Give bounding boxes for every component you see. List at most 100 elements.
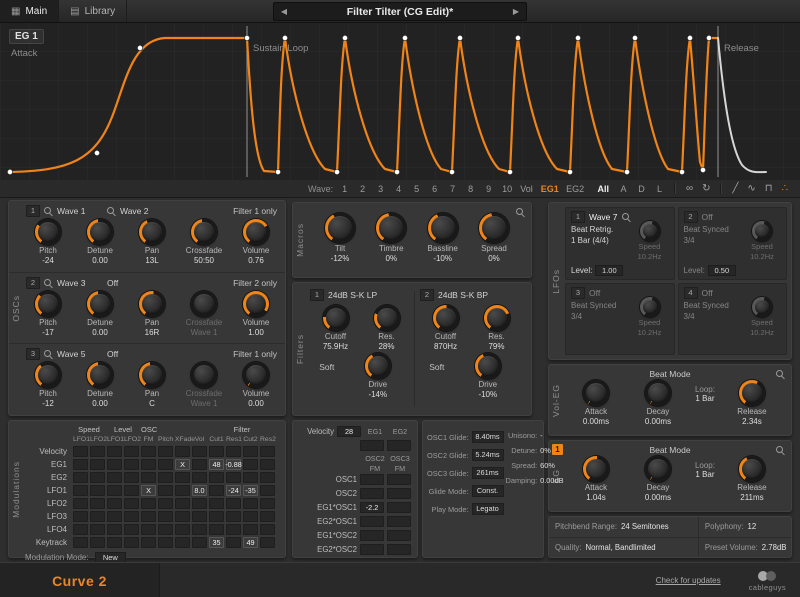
knob-dial[interactable] <box>739 380 765 406</box>
timbre-macro-knob[interactable]: Timbre0% <box>366 213 416 263</box>
envelope-node[interactable] <box>567 169 572 174</box>
eg-attack-knob[interactable]: Attack1.04s <box>571 456 621 502</box>
fm-cell[interactable] <box>387 474 411 485</box>
spread-value[interactable]: 60% <box>540 461 564 470</box>
osc3-pan-knob[interactable]: PanC <box>127 362 177 408</box>
tab-main[interactable]: ▦ Main <box>0 0 59 22</box>
envelope-node[interactable] <box>394 169 399 174</box>
play-mode-select[interactable]: Legato <box>472 503 504 515</box>
matrix-cell[interactable] <box>226 524 241 535</box>
knob-dial[interactable] <box>323 305 349 331</box>
matrix-cell[interactable] <box>192 459 207 470</box>
envelope-node[interactable] <box>457 35 462 40</box>
matrix-cell[interactable]: 35 <box>209 537 224 548</box>
matrix-cell[interactable] <box>260 537 275 548</box>
knob-dial[interactable] <box>645 380 671 406</box>
matrix-cell[interactable] <box>141 446 156 457</box>
osc1-wave-a-select[interactable]: Wave 1 <box>57 206 103 216</box>
matrix-cell[interactable]: -24 <box>226 485 241 496</box>
filter2-clip-mode-select[interactable]: Soft <box>429 362 444 372</box>
osc3-pitch-knob[interactable]: Pitch-12 <box>23 362 73 408</box>
zoom-icon[interactable] <box>44 350 53 359</box>
eg2-button[interactable]: EG2 <box>564 183 584 195</box>
filter1-res-knob[interactable]: Res.28% <box>362 305 412 351</box>
pitchbend-range-setting[interactable]: Pitchbend Range: 24 Semitones <box>549 517 698 537</box>
knob-dial[interactable] <box>583 380 609 406</box>
matrix-cell[interactable] <box>175 498 190 509</box>
matrix-cell[interactable] <box>260 446 275 457</box>
lfo2-level-value[interactable]: 0.50 <box>708 265 736 276</box>
all-button[interactable]: All <box>595 183 613 195</box>
matrix-cell[interactable] <box>124 524 139 535</box>
zoom-icon[interactable] <box>44 279 53 288</box>
vol-eg-attack-knob[interactable]: Attack0.00ms <box>571 380 621 426</box>
matrix-cell[interactable] <box>124 472 139 483</box>
envelope-node[interactable] <box>402 35 407 40</box>
matrix-cell[interactable] <box>243 446 258 457</box>
matrix-cell[interactable] <box>175 537 190 548</box>
fm-cell[interactable] <box>387 502 411 513</box>
envelope-editor[interactable]: EG 1 Attack Sustain Loop Release <box>0 22 800 181</box>
matrix-cell[interactable] <box>175 524 190 535</box>
knob-dial[interactable] <box>87 219 113 245</box>
envelope-node[interactable] <box>507 169 512 174</box>
matrix-cell[interactable] <box>107 524 122 535</box>
osc3-volume-knob[interactable]: Volume0.00 <box>231 362 281 408</box>
velocity-amount-cell[interactable]: 28 <box>337 426 361 437</box>
knob-dial[interactable] <box>374 305 400 331</box>
wave-6-button[interactable]: 6 <box>428 183 441 195</box>
zoom-icon[interactable] <box>44 207 53 216</box>
matrix-cell[interactable] <box>243 459 258 470</box>
wave-1-button[interactable]: 1 <box>338 183 351 195</box>
matrix-cell[interactable] <box>141 511 156 522</box>
knob-dial[interactable] <box>87 362 113 388</box>
matrix-cell[interactable] <box>107 459 122 470</box>
knob-dial[interactable] <box>35 291 61 317</box>
wave-5-button[interactable]: 5 <box>410 183 423 195</box>
matrix-cell[interactable] <box>124 498 139 509</box>
wave-9-button[interactable]: 9 <box>482 183 495 195</box>
envelope-node[interactable] <box>244 35 249 40</box>
vol-button[interactable]: Vol <box>518 183 533 195</box>
fm-cell[interactable] <box>360 474 384 485</box>
wave-2-button[interactable]: 2 <box>356 183 369 195</box>
matrix-cell[interactable] <box>260 485 275 496</box>
knob-dial[interactable] <box>583 456 609 482</box>
lfo1-speed-knob[interactable]: Speed10.2Hz <box>628 221 672 261</box>
matrix-cell[interactable] <box>226 446 241 457</box>
eg-release-knob[interactable]: Release211ms <box>727 456 777 502</box>
matrix-cell[interactable] <box>226 472 241 483</box>
envelope-node[interactable] <box>632 35 637 40</box>
knob-dial[interactable] <box>752 297 772 317</box>
osc1-crossfade-knob[interactable]: Crossfade50:50 <box>179 219 229 265</box>
matrix-cell[interactable] <box>192 446 207 457</box>
osc1-wave-b-select[interactable]: Wave 2 <box>120 206 166 216</box>
matrix-cell[interactable] <box>243 524 258 535</box>
osc3-filter-routing-select[interactable]: Filter 1 only <box>233 349 277 359</box>
matrix-cell[interactable] <box>73 498 88 509</box>
release-curve[interactable] <box>718 38 766 172</box>
osc3-wave-b-select[interactable]: Off <box>107 349 153 359</box>
matrix-cell[interactable] <box>90 511 105 522</box>
loop-segment-button[interactable]: L <box>653 183 666 195</box>
osc2-detune-knob[interactable]: Detune0.00 <box>75 291 125 337</box>
fm-cell[interactable] <box>387 544 411 555</box>
filter2-type-select[interactable]: 24dB S-K BP <box>438 290 488 300</box>
matrix-cell[interactable] <box>90 472 105 483</box>
matrix-cell[interactable] <box>192 524 207 535</box>
matrix-cell[interactable] <box>243 472 258 483</box>
envelope-node[interactable] <box>137 45 142 50</box>
eg-decay-knob[interactable]: Decay0.00ms <box>633 456 683 502</box>
fm-cell[interactable] <box>387 488 411 499</box>
zoom-icon[interactable] <box>516 208 525 217</box>
tab-library[interactable]: ▤ Library <box>59 0 127 22</box>
fm-cell[interactable] <box>387 530 411 541</box>
matrix-cell[interactable]: 48 <box>209 459 224 470</box>
knob-dial[interactable] <box>243 291 269 317</box>
matrix-cell[interactable] <box>90 459 105 470</box>
osc1-pitch-knob[interactable]: Pitch-24 <box>23 219 73 265</box>
matrix-cell[interactable] <box>192 498 207 509</box>
matrix-cell[interactable] <box>107 446 122 457</box>
matrix-cell[interactable] <box>73 485 88 496</box>
lfo1-wave-select[interactable]: Wave 7 <box>589 212 618 222</box>
